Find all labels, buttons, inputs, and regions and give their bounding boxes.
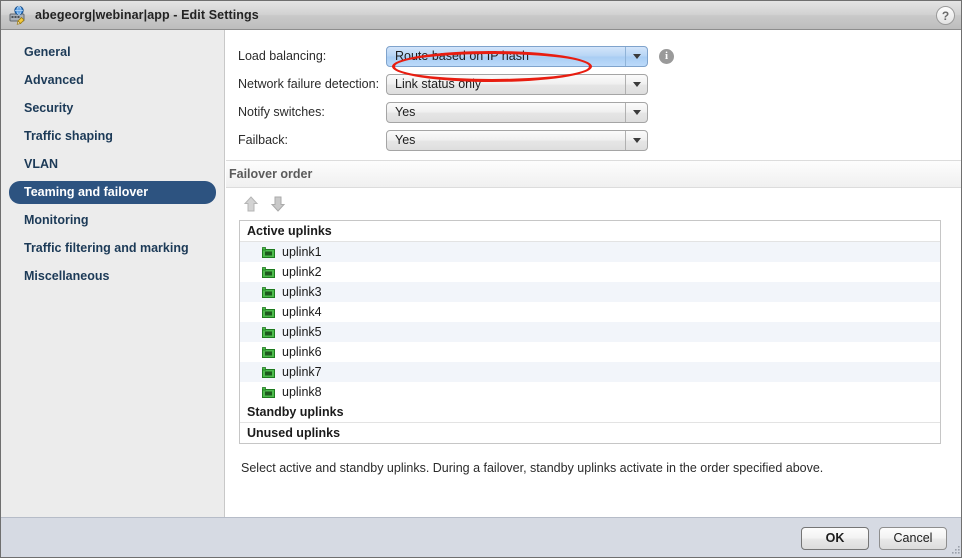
failover-order-header: Failover order: [226, 160, 961, 188]
sidebar-item-general[interactable]: General: [9, 41, 216, 64]
sidebar-item-label: Security: [24, 101, 74, 115]
ok-button[interactable]: OK: [801, 527, 869, 550]
failover-order-toolbar: [226, 188, 961, 220]
list-item[interactable]: uplink4: [240, 302, 940, 322]
list-item-label: uplink3: [282, 285, 322, 299]
group-header-standby-uplinks[interactable]: Standby uplinks: [240, 402, 940, 423]
sidebar-item-label: Traffic filtering and marking: [24, 241, 189, 255]
form-row-failback: Failback: Yes: [226, 126, 961, 154]
sidebar-item-monitoring[interactable]: Monitoring: [9, 209, 216, 232]
title-bar: abegeorg|webinar|app - Edit Settings ?: [1, 1, 961, 30]
teaming-form: Load balancing: Route based on IP hash i…: [226, 42, 961, 154]
list-item[interactable]: uplink3: [240, 282, 940, 302]
chevron-down-icon: [625, 102, 647, 122]
window-title: abegeorg|webinar|app - Edit Settings: [35, 8, 259, 22]
nic-icon: [262, 386, 275, 398]
sidebar-item-vlan[interactable]: VLAN: [9, 153, 216, 176]
failback-label: Failback:: [238, 133, 289, 147]
group-header-active-uplinks[interactable]: Active uplinks: [240, 221, 940, 242]
group-header-unused-uplinks[interactable]: Unused uplinks: [240, 423, 940, 443]
nic-icon: [262, 306, 275, 318]
load-balancing-label: Load balancing:: [238, 49, 327, 63]
list-item-label: uplink1: [282, 245, 322, 259]
sidebar-item-traffic-filtering-and-marking[interactable]: Traffic filtering and marking: [9, 237, 216, 260]
edit-settings-dialog: abegeorg|webinar|app - Edit Settings ? G…: [0, 0, 962, 558]
list-item[interactable]: uplink8: [240, 382, 940, 402]
list-item-label: uplink8: [282, 385, 322, 399]
failback-dropdown[interactable]: Yes: [386, 129, 648, 151]
failover-hint-text: Select active and standby uplinks. Durin…: [241, 461, 824, 475]
nic-icon: [262, 346, 275, 358]
list-item-label: uplink6: [282, 345, 322, 359]
failover-order-list[interactable]: Active uplinks uplink1 uplink2 uplink3 u…: [239, 220, 941, 444]
sidebar-item-label: Teaming and failover: [24, 185, 149, 199]
cancel-button[interactable]: Cancel: [879, 527, 947, 550]
chevron-down-icon: [625, 46, 647, 66]
form-row-network-failure-detection: Network failure detection: Link status o…: [226, 70, 961, 98]
nic-icon: [262, 286, 275, 298]
sidebar-item-label: General: [24, 45, 71, 59]
nic-icon: [262, 266, 275, 278]
list-item-label: uplink4: [282, 305, 322, 319]
settings-content-panel: Load balancing: Route based on IP hash i…: [226, 30, 961, 517]
failback-value: Yes: [395, 133, 416, 147]
load-balancing-value: Route based on IP hash: [395, 49, 529, 63]
list-item[interactable]: uplink1: [240, 242, 940, 262]
sidebar-item-label: VLAN: [24, 157, 59, 171]
notify-switches-dropdown[interactable]: Yes: [386, 101, 648, 123]
list-item[interactable]: uplink2: [240, 262, 940, 282]
sidebar-item-advanced[interactable]: Advanced: [9, 69, 216, 92]
sidebar-item-traffic-shaping[interactable]: Traffic shaping: [9, 125, 216, 148]
list-item[interactable]: uplink5: [240, 322, 940, 342]
load-balancing-dropdown[interactable]: Route based on IP hash: [386, 45, 648, 67]
form-row-notify-switches: Notify switches: Yes: [226, 98, 961, 126]
resize-grip[interactable]: [948, 544, 961, 557]
list-item-label: uplink5: [282, 325, 322, 339]
move-down-button[interactable]: [269, 195, 287, 213]
nic-icon: [262, 366, 275, 378]
list-item-label: uplink7: [282, 365, 322, 379]
network-switch-edit-icon: [8, 5, 28, 25]
sidebar-item-label: Traffic shaping: [24, 129, 113, 143]
notify-switches-value: Yes: [395, 105, 416, 119]
help-button[interactable]: ?: [936, 6, 955, 25]
nic-icon: [262, 246, 275, 258]
list-item[interactable]: uplink7: [240, 362, 940, 382]
failover-order-section: Failover order Active uplinks uplink1 up…: [226, 160, 961, 475]
sidebar-item-label: Monitoring: [24, 213, 89, 227]
sidebar-item-label: Advanced: [24, 73, 84, 87]
chevron-down-icon: [625, 74, 647, 94]
settings-category-sidebar: General Advanced Security Traffic shapin…: [1, 30, 225, 517]
notify-switches-label: Notify switches:: [238, 105, 325, 119]
move-up-button[interactable]: [242, 195, 260, 213]
network-failure-detection-value: Link status only: [395, 77, 482, 91]
dialog-button-bar: OK Cancel: [1, 517, 961, 557]
network-failure-detection-label: Network failure detection:: [238, 77, 380, 91]
sidebar-item-security[interactable]: Security: [9, 97, 216, 120]
info-icon[interactable]: i: [659, 48, 674, 64]
sidebar-item-teaming-and-failover[interactable]: Teaming and failover: [9, 181, 216, 204]
list-item-label: uplink2: [282, 265, 322, 279]
chevron-down-icon: [625, 130, 647, 150]
sidebar-item-miscellaneous[interactable]: Miscellaneous: [9, 265, 216, 288]
nic-icon: [262, 326, 275, 338]
sidebar-item-label: Miscellaneous: [24, 269, 110, 283]
network-failure-detection-dropdown[interactable]: Link status only: [386, 73, 648, 95]
list-item[interactable]: uplink6: [240, 342, 940, 362]
form-row-load-balancing: Load balancing: Route based on IP hash i: [226, 42, 961, 70]
